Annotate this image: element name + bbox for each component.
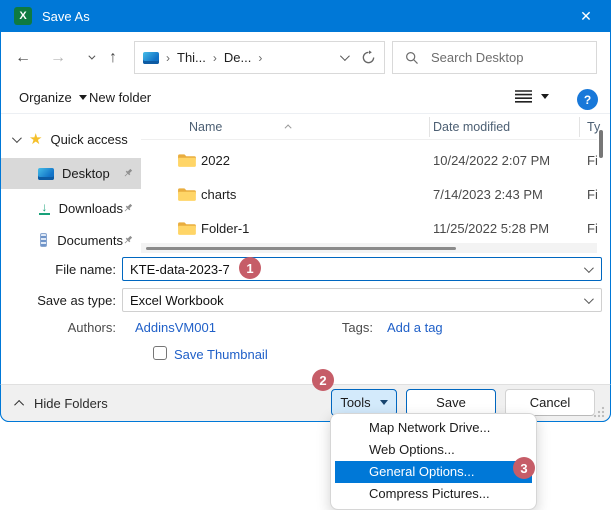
breadcrumb-this-pc[interactable]: Thi... bbox=[177, 50, 206, 65]
hide-folders-button[interactable]: Hide Folders bbox=[17, 396, 108, 411]
menu-item-web-options[interactable]: Web Options... bbox=[335, 439, 532, 461]
back-icon[interactable]: ← bbox=[10, 41, 36, 74]
tags-label: Tags: bbox=[301, 320, 373, 335]
annotation-badge-3: 3 bbox=[513, 457, 535, 479]
sidebar-item-label: Downloads bbox=[59, 201, 123, 216]
menu-item-map-network-drive[interactable]: Map Network Drive... bbox=[335, 417, 532, 439]
quick-access-star-icon: ★ bbox=[29, 130, 42, 148]
window-title: Save As bbox=[42, 9, 90, 24]
tags-add-link[interactable]: Add a tag bbox=[387, 320, 443, 335]
chevron-down-icon[interactable] bbox=[584, 263, 594, 273]
cancel-button[interactable]: Cancel bbox=[505, 389, 595, 416]
forward-icon: → bbox=[45, 41, 71, 74]
sidebar-item-documents[interactable]: Documents bbox=[1, 227, 141, 253]
list-view-icon bbox=[515, 90, 532, 103]
tools-label: Tools bbox=[340, 395, 370, 410]
chevron-up-icon bbox=[14, 400, 24, 410]
chevron-down-icon bbox=[79, 95, 87, 100]
pin-icon bbox=[123, 233, 133, 248]
new-folder-button[interactable]: New folder bbox=[89, 90, 151, 105]
sidebar-item-desktop[interactable]: Desktop bbox=[1, 158, 141, 189]
sort-ascending-icon bbox=[287, 116, 292, 134]
annotation-badge-2: 2 bbox=[312, 369, 334, 391]
sidebar-item-label: Quick access bbox=[50, 132, 127, 147]
file-name-input[interactable] bbox=[130, 262, 430, 277]
authors-value[interactable]: AddinsVM001 bbox=[135, 320, 216, 335]
close-icon[interactable]: ✕ bbox=[575, 8, 597, 25]
save-as-type-label: Save as type: bbox=[1, 293, 116, 308]
save-as-type-select[interactable]: Excel Workbook bbox=[122, 288, 602, 312]
breadcrumb[interactable]: › Thi... › De... › bbox=[134, 41, 385, 74]
file-row-2022[interactable]: 2022 10/24/2022 2:07 PM Fi bbox=[141, 146, 597, 176]
address-dropdown-icon[interactable] bbox=[340, 51, 350, 61]
column-header-name[interactable]: Name bbox=[189, 120, 222, 134]
search-icon bbox=[405, 51, 419, 65]
file-type: Fi bbox=[587, 221, 598, 236]
file-type: Fi bbox=[587, 153, 598, 168]
breadcrumb-separator: › bbox=[213, 51, 217, 65]
chevron-down-icon bbox=[541, 94, 549, 99]
resize-grip[interactable] bbox=[592, 405, 605, 423]
vertical-scrollbar-thumb[interactable] bbox=[599, 130, 603, 158]
menu-item-general-options[interactable]: General Options... bbox=[335, 461, 532, 483]
desktop-icon bbox=[38, 168, 54, 180]
title-bar: X Save As ✕ bbox=[0, 0, 611, 32]
file-row-folder-1[interactable]: Folder-1 11/25/2022 5:28 PM Fi bbox=[141, 214, 597, 244]
menu-item-compress-pictures[interactable]: Compress Pictures... bbox=[335, 483, 532, 505]
file-date: 10/24/2022 2:07 PM bbox=[433, 153, 550, 168]
documents-icon bbox=[40, 233, 47, 247]
column-header-date-modified[interactable]: Date modified bbox=[433, 120, 510, 134]
up-icon[interactable]: ↑ bbox=[100, 41, 126, 74]
annotation-badge-1: 1 bbox=[239, 257, 261, 279]
pin-icon bbox=[123, 166, 133, 181]
excel-app-icon: X bbox=[14, 7, 32, 25]
column-divider[interactable] bbox=[579, 117, 580, 137]
file-date: 7/14/2023 2:43 PM bbox=[433, 187, 543, 202]
refresh-icon[interactable] bbox=[361, 50, 376, 65]
horizontal-scrollbar-thumb[interactable] bbox=[146, 247, 456, 250]
search-input[interactable] bbox=[431, 50, 571, 65]
view-options-button[interactable] bbox=[515, 90, 549, 103]
save-button[interactable]: Save bbox=[406, 389, 496, 416]
file-name-combobox[interactable] bbox=[122, 257, 602, 281]
sidebar-item-label: Desktop bbox=[62, 166, 110, 181]
this-pc-icon bbox=[143, 52, 159, 64]
sidebar-item-downloads[interactable]: ↓ Downloads bbox=[1, 193, 141, 224]
column-divider[interactable] bbox=[429, 117, 430, 137]
save-thumbnail-checkbox[interactable] bbox=[153, 346, 167, 360]
sidebar-item-label: Documents bbox=[57, 233, 123, 248]
save-thumbnail-label[interactable]: Save Thumbnail bbox=[174, 347, 268, 362]
navigation-pane: ★ Quick access Desktop ↓ Downloads Docum… bbox=[1, 114, 141, 253]
file-name-label: File name: bbox=[1, 262, 116, 277]
chevron-down-icon[interactable] bbox=[584, 294, 594, 304]
file-row-charts[interactable]: charts 7/14/2023 2:43 PM Fi bbox=[141, 180, 597, 210]
tools-button[interactable]: Tools bbox=[331, 389, 397, 416]
breadcrumb-separator: › bbox=[166, 51, 170, 65]
breadcrumb-separator: › bbox=[258, 51, 262, 65]
file-name: 2022 bbox=[201, 153, 230, 168]
pin-icon bbox=[123, 201, 133, 216]
sidebar-item-quick-access[interactable]: ★ Quick access bbox=[1, 126, 141, 152]
file-name: charts bbox=[201, 187, 236, 202]
save-as-type-value: Excel Workbook bbox=[130, 293, 224, 308]
file-type: Fi bbox=[587, 187, 598, 202]
downloads-icon: ↓ bbox=[39, 203, 50, 215]
organize-label: Organize bbox=[19, 90, 72, 105]
file-name: Folder-1 bbox=[201, 221, 249, 236]
file-date: 11/25/2022 5:28 PM bbox=[433, 221, 549, 236]
folder-icon bbox=[177, 153, 196, 168]
tools-menu: Map Network Drive... Web Options... Gene… bbox=[330, 413, 537, 510]
chevron-down-icon bbox=[380, 400, 388, 405]
hide-folders-label: Hide Folders bbox=[34, 396, 108, 411]
organize-button[interactable]: Organize bbox=[19, 90, 87, 105]
folder-icon bbox=[177, 187, 196, 202]
authors-label: Authors: bbox=[1, 320, 116, 335]
expand-chevron-icon[interactable] bbox=[12, 133, 22, 143]
search-box[interactable] bbox=[392, 41, 597, 74]
breadcrumb-desktop[interactable]: De... bbox=[224, 50, 251, 65]
folder-icon bbox=[177, 221, 196, 236]
help-button[interactable]: ? bbox=[577, 89, 598, 110]
save-as-dialog: X Save As ✕ ← → ↑ › Thi... › De... › Org… bbox=[0, 0, 611, 422]
column-headers: Name Date modified Ty bbox=[141, 114, 597, 140]
